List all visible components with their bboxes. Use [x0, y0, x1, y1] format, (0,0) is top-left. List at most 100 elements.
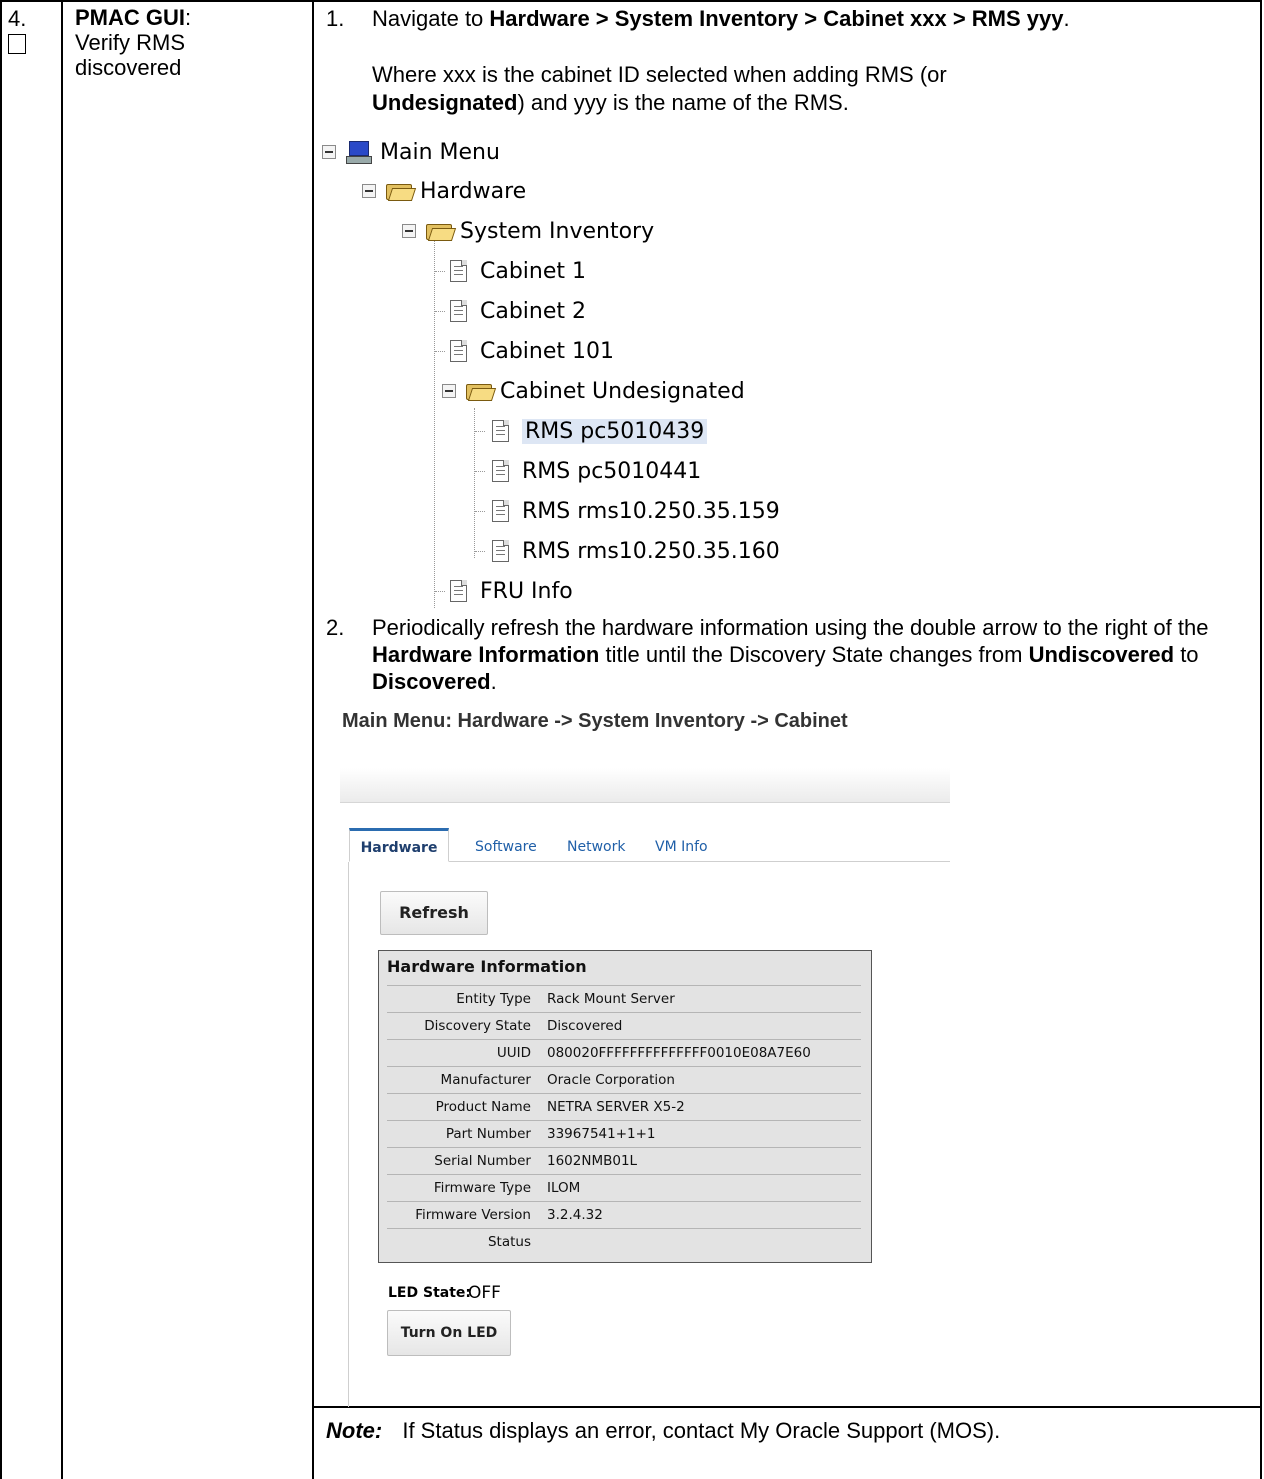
tree-label: RMS pc5010441 — [522, 458, 702, 484]
tree-label: FRU Info — [480, 578, 573, 604]
folder-open-icon — [466, 382, 497, 401]
table-col-divider-1 — [61, 0, 63, 1479]
tree-item-hardware[interactable]: Hardware — [362, 176, 526, 206]
item2-number: 2. — [326, 615, 345, 640]
document-icon — [492, 460, 510, 482]
document-icon — [492, 500, 510, 522]
hw-value: 080020FFFFFFFFFFFFFF0010E08A7E60 — [547, 1045, 811, 1061]
item2-a: Periodically refresh the hardware inform… — [372, 615, 1209, 640]
table-top-border — [0, 0, 1262, 2]
collapse-icon[interactable] — [402, 224, 416, 238]
hardware-information-title: Hardware Information — [387, 957, 587, 976]
hardware-screen: Main Menu: Hardware -> System Inventory … — [340, 710, 950, 1410]
table-right-border — [1260, 0, 1262, 1479]
step-checkbox[interactable] — [8, 34, 26, 54]
collapse-icon[interactable] — [322, 145, 336, 159]
document-icon — [492, 540, 510, 562]
navigation-tree: Main Menu Hardware System Inventory Cabi… — [322, 128, 942, 610]
hw-row: Status — [387, 1228, 861, 1255]
hw-value: 33967541+1+1 — [547, 1126, 656, 1142]
item2-bold2: Undiscovered — [1028, 642, 1175, 667]
tree-guide-line — [434, 238, 435, 608]
tree-item-cabinet-undesignated[interactable]: Cabinet Undesignated — [442, 376, 745, 406]
hw-row: Firmware Type ILOM — [387, 1174, 861, 1201]
note-label: Note: — [326, 1418, 383, 1443]
tree-item-rms[interactable]: RMS rms10.250.35.159 — [492, 496, 780, 526]
hw-value: 3.2.4.32 — [547, 1207, 603, 1223]
item2-text: Periodically refresh the hardware inform… — [372, 614, 1252, 695]
item1b-a: Where xxx is the cabinet ID selected whe… — [372, 62, 947, 87]
hw-row: Entity Type Rack Mount Server — [387, 985, 861, 1012]
item2-d: . — [490, 669, 497, 694]
hw-label: UUID — [496, 1045, 531, 1061]
item1-text: Navigate to Hardware > System Inventory … — [372, 5, 1252, 33]
tree-connector — [435, 311, 445, 312]
step-number: 4. — [8, 6, 27, 31]
tab-network[interactable]: Network — [567, 831, 625, 861]
led-state-label: LED State: — [388, 1285, 471, 1301]
hw-value: Oracle Corporation — [547, 1072, 675, 1088]
hw-value: Discovered — [547, 1018, 623, 1034]
tree-label: Hardware — [420, 178, 527, 204]
tree-connector — [435, 271, 445, 272]
tree-item-cabinet[interactable]: Cabinet 2 — [450, 296, 586, 326]
hardware-information-panel: Hardware Information Entity Type Rack Mou… — [378, 950, 872, 1263]
table-left-border — [0, 0, 2, 1479]
tree-connector — [475, 431, 485, 432]
tab-vm-info[interactable]: VM Info — [655, 831, 708, 861]
tree-connector — [435, 351, 445, 352]
item2-bold1: Hardware Information — [372, 642, 600, 667]
folder-open-icon — [426, 222, 457, 241]
hw-row: Product Name NETRA SERVER X5-2 — [387, 1093, 861, 1120]
document-icon — [450, 340, 468, 362]
hw-row: Firmware Version 3.2.4.32 — [387, 1201, 861, 1228]
table-col-divider-2 — [312, 0, 314, 1479]
tree-item-rms[interactable]: RMS pc5010439 — [492, 416, 708, 446]
hw-label: Firmware Version — [415, 1207, 531, 1223]
item1-number: 1. — [326, 6, 345, 31]
hw-label: Entity Type — [456, 991, 531, 1007]
hw-label: Product Name — [435, 1099, 531, 1115]
tree-item-main-menu[interactable]: Main Menu — [322, 137, 500, 167]
collapse-icon[interactable] — [442, 384, 456, 398]
tab-bar: Hardware Software Network VM Info — [349, 828, 950, 862]
hw-value: Rack Mount Server — [547, 991, 675, 1007]
step-title: PMAC GUI: Verify RMS discovered — [75, 5, 305, 80]
document-icon — [492, 420, 510, 442]
tab-hardware[interactable]: Hardware — [349, 828, 449, 862]
tree-connector — [475, 551, 485, 552]
tree-label: System Inventory — [460, 218, 655, 244]
tree-item-cabinet[interactable]: Cabinet 1 — [450, 256, 586, 286]
hw-label: Discovery State — [424, 1018, 531, 1034]
tree-item-rms[interactable]: RMS pc5010441 — [492, 456, 701, 486]
breadcrumb: Main Menu: Hardware -> System Inventory … — [342, 710, 848, 732]
tree-item-rms[interactable]: RMS rms10.250.35.160 — [492, 536, 780, 566]
tree-label: RMS rms10.250.35.159 — [522, 498, 780, 524]
tree-item-system-inventory[interactable]: System Inventory — [402, 216, 654, 246]
hw-label: Part Number — [445, 1126, 531, 1142]
computer-icon — [346, 141, 372, 164]
hw-value: 1602NMB01L — [547, 1153, 638, 1169]
hw-row: Manufacturer Oracle Corporation — [387, 1066, 861, 1093]
item1-suffix: . — [1063, 6, 1070, 31]
item2-b: title until the Discovery State changes … — [599, 642, 1029, 667]
item1b-bold: Undesignated — [372, 90, 518, 115]
step-title-colon: : — [185, 5, 192, 30]
tree-connector — [475, 511, 485, 512]
step-title-bold: PMAC GUI — [75, 5, 185, 30]
tree-item-fru-info[interactable]: FRU Info — [450, 576, 573, 606]
tree-label: Main Menu — [380, 139, 500, 165]
item1-prefix: Navigate to — [372, 6, 490, 31]
refresh-button[interactable]: Refresh — [380, 891, 488, 935]
hw-value: ILOM — [547, 1180, 581, 1196]
hw-row: Discovery State Discovered — [387, 1012, 861, 1039]
panel-left-border — [348, 862, 349, 1407]
tab-software[interactable]: Software — [475, 831, 537, 861]
tree-item-cabinet[interactable]: Cabinet 101 — [450, 336, 614, 366]
tree-label-selected: RMS pc5010439 — [522, 418, 708, 444]
collapse-icon[interactable] — [362, 184, 376, 198]
note-text: If Status displays an error, contact My … — [402, 1418, 1001, 1443]
hw-label: Manufacturer — [440, 1072, 531, 1088]
item1-path: Hardware > System Inventory > Cabinet xx… — [489, 6, 1064, 31]
turn-on-led-button[interactable]: Turn On LED — [387, 1310, 511, 1356]
